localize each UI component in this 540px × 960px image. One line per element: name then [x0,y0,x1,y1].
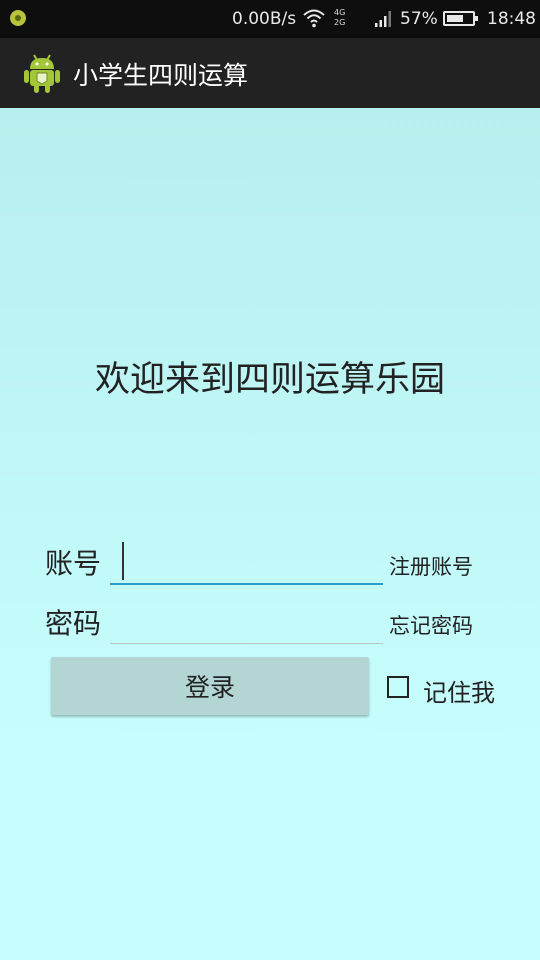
notification-icon [10,10,26,26]
password-label: 密码 [45,607,102,640]
battery-icon [443,11,478,26]
login-button[interactable]: 登录 [51,657,369,715]
clock: 18:48 [487,9,536,29]
register-account-link[interactable]: 注册账号 [389,551,473,581]
text-cursor [122,542,124,580]
signal-icon [375,11,391,27]
wifi-icon [303,9,325,28]
app-title: 小学生四则运算 [73,61,249,90]
android-robot-icon [24,54,60,93]
battery-percent: 57% [400,9,438,29]
remember-me-label[interactable]: 记住我 [423,673,495,708]
password-input[interactable] [110,602,383,644]
action-bar: 小学生四则运算 [0,38,540,108]
status-bar: 0.00B/s 4G 2G 57% 18:48 [0,0,540,38]
forgot-password-link[interactable]: 忘记密码 [389,610,473,640]
remember-me-checkbox[interactable] [387,676,409,698]
network-type-icon: 4G 2G [334,8,364,30]
account-input[interactable] [110,541,383,585]
network-type-top: 4G [334,8,346,17]
account-label: 账号 [45,547,102,580]
network-type-bottom: 2G [334,18,346,27]
login-screen: 欢迎来到四则运算乐园 账号 注册账号 密码 忘记密码 登录 记住我 [0,108,540,960]
welcome-heading: 欢迎来到四则运算乐园 [94,360,445,400]
network-speed: 0.00B/s [232,9,297,29]
